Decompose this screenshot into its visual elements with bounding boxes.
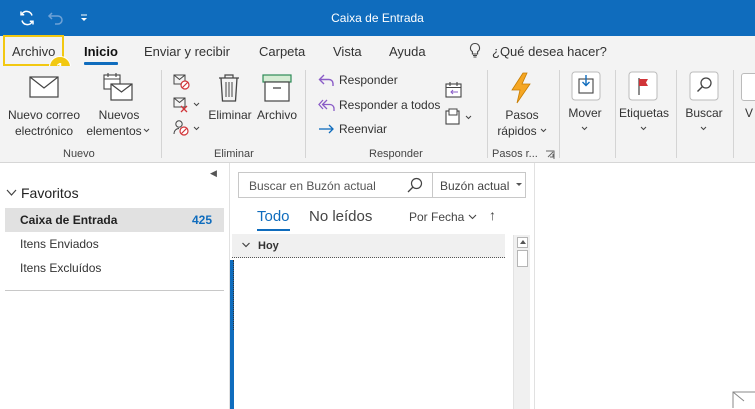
ribbon-separator [305,70,306,158]
envelope-icon [732,391,755,408]
chevron-down-icon [640,126,647,131]
chevron-down-icon [242,242,250,248]
group-header-today[interactable]: Hoy [232,234,505,258]
tags-label: Etiquetas [618,106,670,120]
chevron-down-icon [6,189,17,196]
forward-arrow-icon [319,124,334,134]
partial-label: V [745,106,754,120]
folder-name: Itens Excluídos [20,261,102,275]
move-label: Mover [568,106,602,120]
chevron-down-icon [143,128,150,133]
lightning-bolt-icon [511,72,531,104]
folder-pane-divider [5,290,224,291]
tab-ayuda[interactable]: Ayuda [389,44,426,59]
ribbon-separator [487,70,488,158]
dropdown-arrow-icon [516,183,522,186]
search-icon[interactable] [407,177,423,193]
search-scope-value: Buzón actual [440,179,510,193]
unread-count: 425 [191,213,212,227]
read-aloud-icon [741,73,755,101]
reply-all-label: Responder a todos [339,98,441,112]
new-items-icon [103,73,133,101]
ribbon-separator [733,70,734,158]
folder-deleted-items[interactable]: Itens Excluídos [5,256,224,280]
ribbon-tabs: Archivo Inicio Enviar y recibir Carpeta … [0,36,755,66]
reading-pane [536,163,755,409]
chevron-down-icon [700,126,707,131]
ribbon-separator [559,70,560,158]
scroll-up-arrow-icon[interactable] [517,237,528,248]
group-label-nuevo: Nuevo [63,148,95,160]
folder-name: Itens Enviados [20,237,99,251]
new-email-label-1: Nuevo correo [7,108,81,122]
junk-icon[interactable] [173,119,201,137]
archive-label: Archivo [256,108,297,122]
new-items-label-2: elementos [86,124,142,138]
delete-label: Eliminar [208,108,252,122]
chevron-down-icon [468,214,477,220]
filter-unread-tab[interactable]: No leídos [309,208,372,225]
group-label-responder: Responder [369,148,423,160]
meeting-icon[interactable] [445,81,463,99]
folder-name: Caixa de Entrada [20,213,118,227]
reply-label: Responder [339,73,398,87]
more-respond-icon[interactable] [445,108,475,126]
folder-sent-items[interactable]: Itens Enviados [5,232,224,256]
reply-all-icon [318,99,335,111]
vertical-scrollbar[interactable] [513,235,530,409]
archive-icon [262,74,292,102]
search-box[interactable]: Buscar en Buzón actual Buzón actual [238,172,526,198]
reply-all-button[interactable]: Responder a todos [318,98,440,112]
tab-inicio[interactable]: Inicio [84,44,118,65]
window-title: Caixa de Entrada [331,11,424,25]
lightbulb-icon [468,42,482,61]
new-email-label-2: electrónico [14,124,74,138]
tell-me-label: ¿Qué desea hacer? [492,44,607,59]
chevron-down-icon [540,128,547,133]
quick-steps-label-1: Pasos [505,108,539,122]
tell-me-search[interactable]: ¿Qué desea hacer? [468,42,607,61]
move-icon [571,71,601,101]
group-label-eliminar: Eliminar [214,148,254,160]
folder-pane: ◀ Favoritos Caixa de Entrada 425 Itens E… [0,163,230,409]
filter-all-tab[interactable]: Todo [257,208,290,231]
new-items-label-1: Nuevos [98,108,140,122]
tab-carpeta[interactable]: Carpeta [259,44,305,59]
search-icon [689,71,719,101]
title-bar: Caixa de Entrada [0,0,755,36]
folder-inbox[interactable]: Caixa de Entrada 425 [5,208,224,232]
sort-by-label: Por Fecha [409,210,465,224]
search-scope-dropdown[interactable]: Buzón actual [432,173,526,197]
ribbon-separator [161,70,162,158]
tab-enviar-y-recibir[interactable]: Enviar y recibir [144,44,230,59]
collapse-pane-icon[interactable]: ◀ [210,168,217,179]
envelope-icon [29,76,59,98]
group-label-pasos: Pasos r... [492,148,538,160]
ribbon: Nuevo correo electrónico Nuevos elemento… [0,66,755,163]
focus-outline [233,260,235,330]
scrollbar-thumb[interactable] [517,250,528,267]
chevron-down-icon [581,126,588,131]
search-input[interactable]: Buscar en Buzón actual [249,179,376,193]
favorites-header[interactable]: Favoritos [6,185,79,201]
find-label: Buscar [685,106,723,120]
reply-icon [318,74,334,86]
forward-button[interactable]: Reenviar [318,122,387,136]
forward-label: Reenviar [339,122,388,136]
quick-steps-label-2: rápidos [497,124,537,138]
sort-by-button[interactable]: Por Fecha [409,210,477,224]
sort-direction-button[interactable]: ↑ [489,207,496,223]
ignore-icon[interactable] [173,74,191,90]
message-list-pane: Buscar en Buzón actual Buzón actual Todo… [230,163,535,409]
ribbon-separator [676,70,677,158]
favorites-label: Favoritos [21,185,79,201]
tab-vista[interactable]: Vista [333,44,362,59]
clean-up-icon[interactable] [173,97,201,113]
dialog-launcher-icon[interactable] [545,150,555,160]
flag-icon [628,71,658,101]
reply-button[interactable]: Responder [318,73,398,87]
trash-icon [219,74,239,102]
group-header-label: Hoy [258,240,279,252]
